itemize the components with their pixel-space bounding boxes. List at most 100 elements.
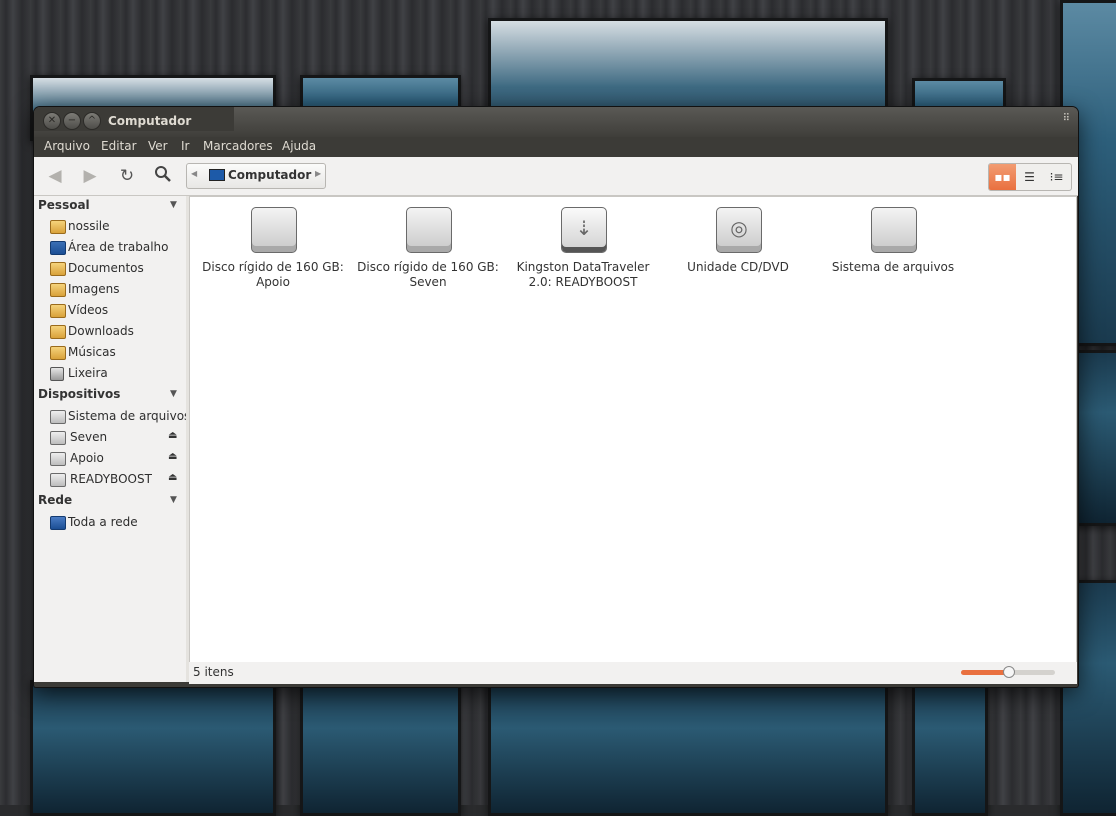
computer-icon [209,169,225,181]
wallpaper-panel [912,680,988,816]
resize-grip-icon[interactable]: ⠿ [1063,113,1070,124]
zoom-slider-handle[interactable] [1003,666,1015,678]
desktop-icon [50,241,66,255]
sidebar-item-label: nossile [68,219,110,233]
home-folder-icon [50,220,66,234]
back-arrow-icon[interactable]: ◀ [43,165,67,187]
sidebar-item-label: Área de trabalho [68,240,169,254]
menu-ir[interactable]: Ir [181,139,189,153]
documents-folder-icon [50,262,66,276]
sidebar-item-label: Vídeos [68,303,109,317]
menu-marcadores[interactable]: Marcadores [203,139,273,153]
menu-ajuda[interactable]: Ajuda [282,139,316,153]
zoom-slider[interactable] [961,666,1055,678]
sidebar-item-apoio[interactable]: Apoio ⏏ [50,449,184,469]
title-bar[interactable]: ✕ − ^ Computador ⠿ [34,107,1078,137]
menu-arquivo[interactable]: Arquivo [44,139,90,153]
sidebar-item-label: READYBOOST [70,472,152,486]
breadcrumb-left-arrow-icon[interactable]: ◀ [191,169,197,178]
sidebar-item-label: Sistema de arquivos [68,409,191,423]
section-rede[interactable]: Rede [38,493,72,507]
section-pessoal[interactable]: Pessoal [38,198,90,212]
hard-drive-icon [871,207,917,253]
breadcrumb[interactable]: ◀ Computador ▶ [186,163,326,189]
sidebar-item-documentos[interactable]: Documentos [50,259,184,279]
sidebar-item-readyboost[interactable]: READYBOOST ⏏ [50,470,184,490]
file-item-cd-dvd[interactable]: ◎ Unidade CD/DVD [663,207,813,287]
file-item-readyboost[interactable]: ⇣ Kingston DataTraveler 2.0: READYBOOST [508,207,658,289]
sidebar-item-label: Toda a rede [68,515,138,529]
sidebar-item-label: Lixeira [68,366,108,380]
sidebar-item-label: Seven [70,430,108,444]
hard-drive-icon [406,207,452,253]
file-item-label: Unidade CD/DVD [687,260,789,274]
item-count: 5 itens [193,665,234,679]
file-item-seven[interactable]: Disco rígido de 160 GB: Seven [353,207,503,289]
window-title: Computador [108,114,192,128]
maximize-button[interactable]: ^ [83,112,101,130]
eject-icon[interactable]: ⏏ [168,430,177,441]
status-bar: 5 itens [189,662,1077,684]
drive-icon [50,452,66,466]
usb-drive-icon [50,473,66,487]
file-item-label: Disco rígido de 160 GB: Apoio [202,260,344,289]
sidebar-item-nossile[interactable]: nossile [50,217,184,237]
sidebar: Pessoal ▼ nossile Área de trabalho Docum… [34,196,190,682]
sidebar-item-sistema-de-arquivos[interactable]: Sistema de arquivos [50,407,190,427]
sidebar-item-label: Imagens [68,282,120,296]
wallpaper-panel [30,680,276,816]
minimize-button[interactable]: − [63,112,81,130]
sidebar-item-seven[interactable]: Seven ⏏ [50,428,184,448]
sidebar-item-toda-a-rede[interactable]: Toda a rede [50,513,184,533]
eject-icon[interactable]: ⏏ [168,472,177,483]
reload-icon[interactable]: ↻ [115,165,139,187]
sidebar-item-musicas[interactable]: Músicas [50,343,184,363]
downloads-folder-icon [50,325,66,339]
collapse-arrow-icon[interactable]: ▼ [170,495,177,505]
sidebar-item-area-de-trabalho[interactable]: Área de trabalho [50,238,184,258]
file-manager-window: ✕ − ^ Computador ⠿ Arquivo Editar Ver Ir… [34,107,1078,687]
hard-drive-icon [251,207,297,253]
sidebar-item-downloads[interactable]: Downloads [50,322,184,342]
sidebar-item-label: Downloads [68,324,134,338]
file-item-label: Kingston DataTraveler 2.0: READYBOOST [516,260,650,289]
collapse-arrow-icon[interactable]: ▼ [170,389,177,399]
file-item-apoio[interactable]: Disco rígido de 160 GB: Apoio [198,207,348,289]
icon-view-icon[interactable]: ▪▪ [989,164,1016,190]
sidebar-item-label: Músicas [68,345,116,359]
toolbar: ◀ ▶ ↻ ◀ Computador ▶ ▪▪ ☰ ⁝≡ [34,157,1078,196]
sidebar-item-label: Documentos [68,261,144,275]
section-dispositivos[interactable]: Dispositivos [38,387,120,401]
compact-view-icon[interactable]: ⁝≡ [1043,164,1070,190]
wallpaper-panel [300,680,461,816]
usb-drive-icon: ⇣ [561,207,607,253]
zoom-slider-fill [961,670,1008,675]
breadcrumb-right-arrow-icon[interactable]: ▶ [315,169,321,178]
sidebar-item-videos[interactable]: Vídeos [50,301,184,321]
breadcrumb-computador[interactable]: Computador [228,168,311,182]
sidebar-item-lixeira[interactable]: Lixeira [50,364,184,384]
forward-arrow-icon[interactable]: ▶ [78,165,102,187]
file-item-label: Disco rígido de 160 GB: Seven [357,260,499,289]
eject-icon[interactable]: ⏏ [168,451,177,462]
sidebar-item-imagens[interactable]: Imagens [50,280,184,300]
file-item-label: Sistema de arquivos [831,260,955,274]
menu-editar[interactable]: Editar [101,139,137,153]
optical-drive-icon: ◎ [716,207,762,253]
list-view-icon[interactable]: ☰ [1016,164,1043,190]
network-icon [50,516,66,530]
menu-ver[interactable]: Ver [148,139,168,153]
file-view: Disco rígido de 160 GB: Apoio Disco rígi… [189,196,1077,663]
drive-icon [50,410,66,424]
close-button[interactable]: ✕ [43,112,61,130]
sidebar-item-label: Apoio [70,451,104,465]
wallpaper-panel [488,680,888,816]
view-mode-switcher: ▪▪ ☰ ⁝≡ [988,163,1072,191]
drive-icon [50,431,66,445]
search-icon[interactable] [151,165,175,187]
videos-folder-icon [50,304,66,318]
file-item-sistema-de-arquivos[interactable]: Sistema de arquivos [818,207,968,287]
music-folder-icon [50,346,66,360]
collapse-arrow-icon[interactable]: ▼ [170,200,177,210]
menu-bar: Arquivo Editar Ver Ir Marcadores Ajuda [34,137,1078,157]
